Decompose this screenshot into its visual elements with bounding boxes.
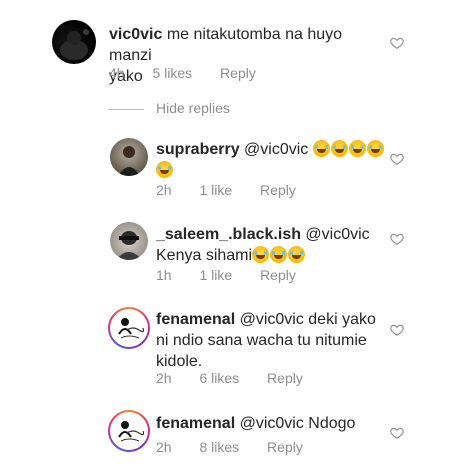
comment-body: @vic0vic xyxy=(239,141,309,158)
heart-outline-icon[interactable] xyxy=(390,152,404,166)
comment-meta: 2h 1 like Reply xyxy=(156,182,320,198)
comment-text: _saleem_.black.ish @vic0vic Kenya sihami xyxy=(156,224,396,266)
comment-time: 2h xyxy=(156,370,172,386)
comment-username[interactable]: fenamenal xyxy=(156,311,235,328)
reply-button[interactable]: Reply xyxy=(220,65,256,81)
heart-outline-icon[interactable] xyxy=(390,232,404,246)
comment-likes[interactable]: 8 likes xyxy=(199,439,239,455)
avatar[interactable] xyxy=(108,307,150,349)
comment-text: fenamenal @vic0vic Ndogo xyxy=(156,413,396,434)
comment-meta: 4h 5 likes Reply xyxy=(109,65,280,81)
face-with-tears-of-joy-emoji xyxy=(270,246,288,263)
comment-time: 1h xyxy=(156,267,172,283)
comment-body-line2: ni ndio sana wacha tu nitumie xyxy=(156,332,367,349)
comment-text: fenamenal @vic0vic deki yako ni ndio san… xyxy=(156,309,396,372)
heart-outline-icon[interactable] xyxy=(390,36,404,50)
comment-time: 2h xyxy=(156,182,172,198)
comment-username[interactable]: supraberry xyxy=(156,141,240,158)
reply-button[interactable]: Reply xyxy=(267,439,303,455)
hide-replies-button[interactable]: Hide replies xyxy=(108,100,230,116)
comment-time: 4h xyxy=(109,65,125,81)
heart-outline-icon[interactable] xyxy=(390,426,404,440)
comment-body-line3: kidole. xyxy=(156,353,203,370)
reply-item: fenamenal @vic0vic Ndogo 2h 8 likes Repl… xyxy=(0,408,474,468)
avatar[interactable] xyxy=(108,410,150,452)
comment-item: vic0vic me nitakutomba na huyo manzi yak… xyxy=(0,0,474,95)
comment-likes[interactable]: 6 likes xyxy=(199,370,239,386)
face-with-tears-of-joy-emoji xyxy=(288,246,306,263)
reply-item: supraberry @vic0vic 2h 1 like Reply xyxy=(0,130,474,205)
comment-body: @vic0vic Ndogo xyxy=(235,415,356,432)
comment-username[interactable]: fenamenal xyxy=(156,415,235,432)
heart-outline-icon[interactable] xyxy=(390,323,404,337)
comment-time: 2h xyxy=(156,439,172,455)
signature-logo-icon xyxy=(118,421,145,442)
reply-item: _saleem_.black.ish @vic0vic Kenya sihami… xyxy=(0,220,474,295)
avatar-image xyxy=(116,231,142,260)
face-with-tears-of-joy-emoji xyxy=(252,246,270,263)
face-with-tears-of-joy-emoji xyxy=(156,161,173,178)
avatar-image xyxy=(60,29,89,60)
reply-item: fenamenal @vic0vic deki yako ni ndio san… xyxy=(0,305,474,395)
reply-button[interactable]: Reply xyxy=(267,370,303,386)
emoji xyxy=(312,140,385,158)
comment-meta: 2h 8 likes Reply xyxy=(156,439,327,455)
avatar-image xyxy=(110,412,148,450)
avatar[interactable] xyxy=(110,138,148,176)
face-with-tears-of-joy-emoji xyxy=(330,140,348,157)
signature-logo-icon xyxy=(118,318,145,339)
avatar[interactable] xyxy=(52,20,96,64)
hide-replies-label: Hide replies xyxy=(156,100,230,116)
comment-body-line2: Kenya sihami xyxy=(156,247,253,264)
comment-meta: 2h 6 likes Reply xyxy=(156,370,327,386)
reply-button[interactable]: Reply xyxy=(260,182,296,198)
comment-meta: 1h 1 like Reply xyxy=(156,267,320,283)
comment-body: @vic0vic deki yako xyxy=(235,311,376,328)
comment-username[interactable]: _saleem_.black.ish xyxy=(156,226,301,243)
hide-replies-divider xyxy=(108,108,144,110)
face-with-tears-of-joy-emoji xyxy=(366,140,384,157)
comment-likes[interactable]: 5 likes xyxy=(152,65,192,81)
reply-button[interactable]: Reply xyxy=(260,267,296,283)
face-with-tears-of-joy-emoji xyxy=(348,140,366,157)
face-with-tears-of-joy-emoji xyxy=(312,140,330,157)
avatar-image xyxy=(110,309,148,347)
comment-likes[interactable]: 1 like xyxy=(199,267,232,283)
comment-likes[interactable]: 1 like xyxy=(199,182,232,198)
comment-text: supraberry @vic0vic xyxy=(156,139,386,181)
comment-body: @vic0vic xyxy=(300,226,370,243)
avatar[interactable] xyxy=(110,222,148,260)
comment-username[interactable]: vic0vic xyxy=(109,26,162,43)
avatar-image xyxy=(118,146,140,176)
